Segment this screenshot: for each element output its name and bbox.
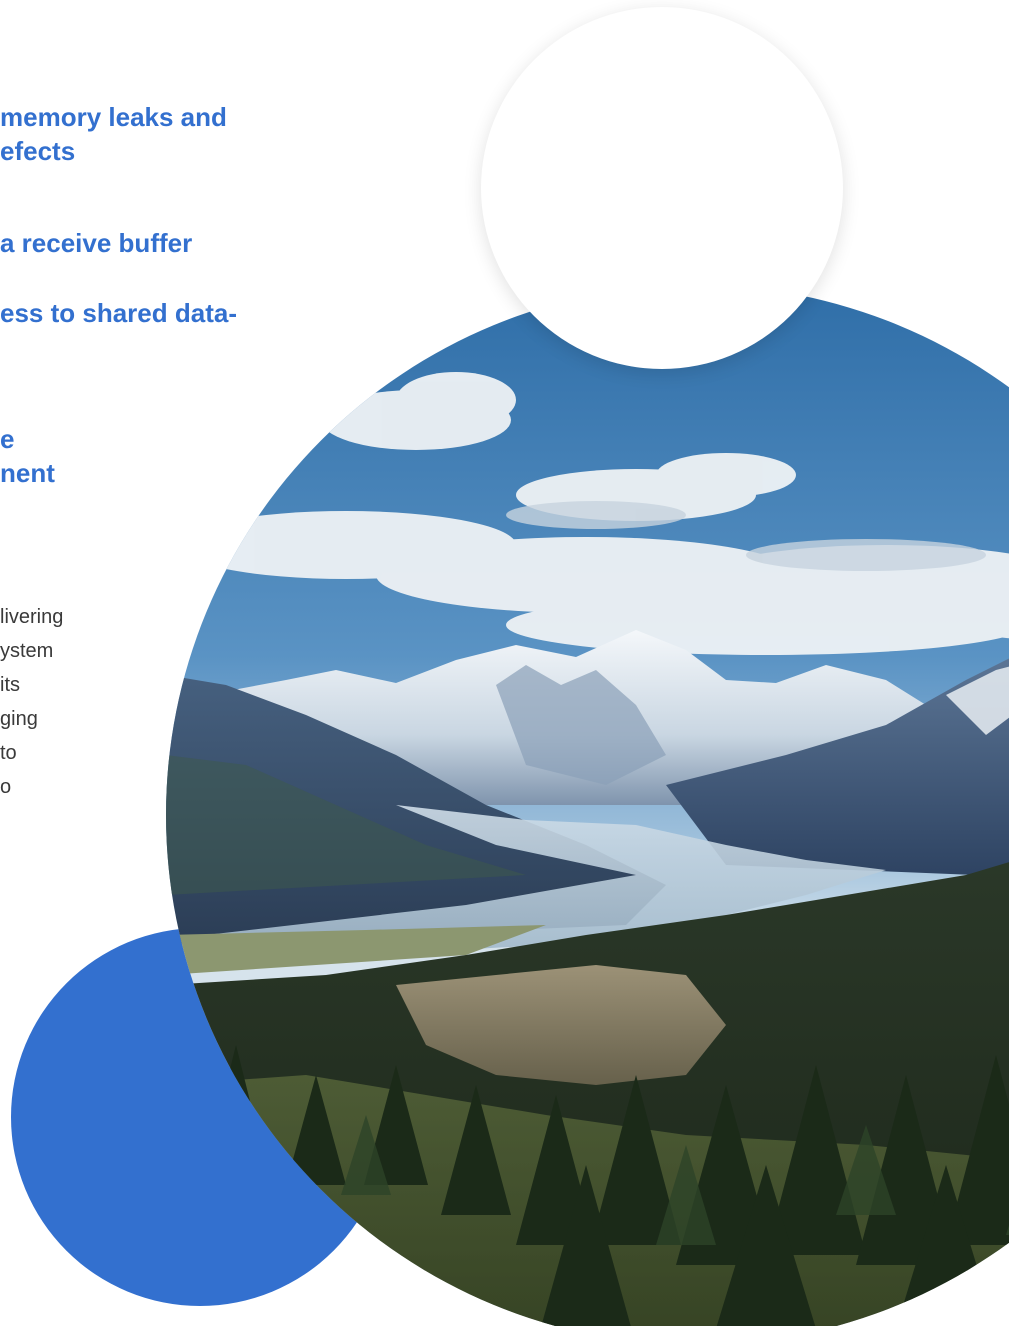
feature-item-shared-data: ess to shared data- [0, 296, 237, 330]
description-line: ystem [0, 640, 54, 662]
feature-line: a receive buffer [0, 228, 193, 258]
description-line: its [0, 674, 20, 696]
feature-line: memory leaks and [0, 102, 227, 132]
feature-item-fourth: e nent [0, 422, 55, 490]
description-paragraph: livering ystem its ging to o [0, 600, 63, 804]
description-line: to [0, 742, 17, 764]
feature-line: nent [0, 458, 55, 488]
feature-line: e [0, 424, 15, 454]
feature-line: efects [0, 136, 76, 166]
description-line: o [0, 776, 12, 798]
decorative-white-circle [481, 7, 843, 369]
description-line: ging [0, 708, 38, 730]
description-line: livering [0, 606, 64, 628]
feature-item-receive-buffer: a receive buffer [0, 226, 192, 260]
feature-item-memory-leaks: memory leaks and efects [0, 100, 227, 168]
page: memory leaks and efects a receive buffer… [0, 0, 1009, 1326]
feature-line: ess to shared data- [0, 298, 237, 328]
